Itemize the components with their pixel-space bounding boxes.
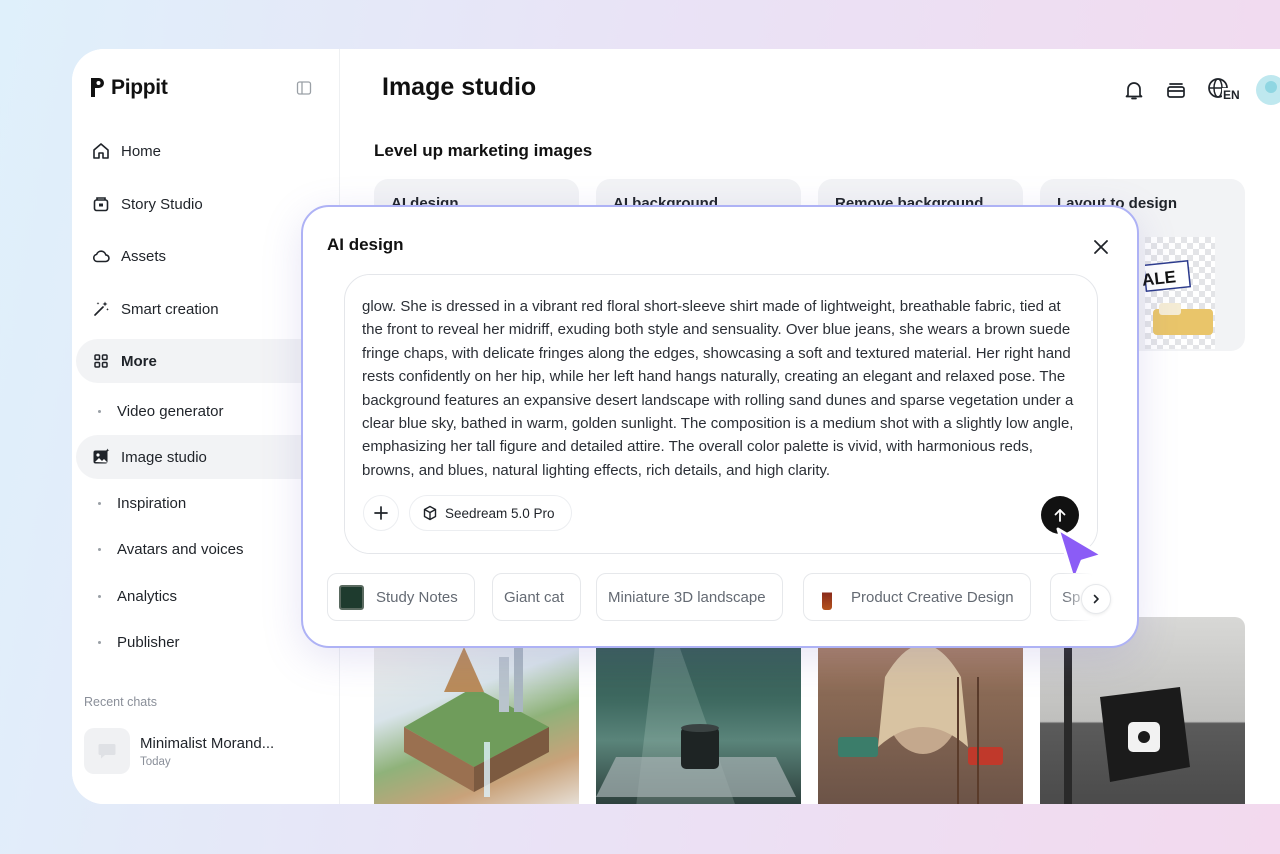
chip-product-creative-design[interactable]: Product Creative Design — [803, 573, 1031, 621]
sidebar-item-smart-creation[interactable]: Smart creation — [76, 287, 332, 331]
story-icon — [93, 197, 109, 212]
sidebar-collapse-icon[interactable] — [296, 80, 312, 96]
language-selector[interactable]: EN — [1206, 76, 1241, 104]
chip-label: Study Notes — [376, 588, 458, 606]
sidebar-item-label: Home — [121, 142, 162, 160]
brand-logo[interactable]: Pippit — [89, 76, 168, 100]
page-title: Image studio — [382, 73, 537, 101]
chevron-right-icon — [1093, 594, 1099, 604]
sidebar-item-assets[interactable]: Assets — [76, 234, 332, 278]
sidebar: Pippit Home Story Studio Assets Smart cr… — [72, 49, 340, 804]
chip-label: Product Creative Design — [851, 588, 1014, 606]
sidebar-subitem-image-studio[interactable]: Image studio — [76, 435, 332, 479]
sidebar-item-label: Publisher — [117, 633, 180, 651]
model-selector[interactable]: Seedream 5.0 Pro — [409, 495, 572, 531]
recent-chat-item[interactable]: Minimalist Morand... Today — [84, 728, 274, 774]
sidebar-item-label: Video generator — [117, 402, 224, 420]
sidebar-item-home[interactable]: Home — [76, 129, 332, 173]
chip-thumbnail — [339, 584, 364, 610]
bell-icon[interactable] — [1122, 78, 1146, 102]
sidebar-subitem-video-generator[interactable]: Video generator — [76, 391, 332, 431]
modal-title: AI design — [327, 235, 404, 254]
chip-miniature-3d-landscape[interactable]: Miniature 3D landscape — [596, 573, 783, 621]
sale-badge-text: ALE — [1141, 267, 1177, 290]
close-icon[interactable] — [1092, 238, 1110, 256]
header-actions: EN — [1122, 75, 1280, 105]
sidebar-item-label: More — [121, 352, 157, 370]
chip-study-notes[interactable]: Study Notes — [327, 573, 475, 621]
plus-icon — [374, 506, 388, 520]
add-attachment-button[interactable] — [363, 495, 399, 531]
grid-icon — [94, 354, 108, 368]
brand-name: Pippit — [111, 76, 168, 99]
sidebar-item-label: Analytics — [117, 587, 178, 605]
chat-thumbnail — [84, 728, 130, 774]
chat-time: Today — [140, 755, 171, 768]
cloud-icon — [93, 250, 110, 263]
sidebar-item-label: Smart creation — [121, 300, 219, 318]
arrow-up-icon — [1054, 509, 1066, 522]
sale-preview-image — [1145, 237, 1215, 349]
chip-label: Giant cat — [504, 588, 565, 606]
image-studio-icon — [93, 448, 110, 464]
language-badge: EN — [1222, 88, 1241, 102]
sidebar-subitem-avatars-voices[interactable]: Avatars and voices — [76, 529, 332, 569]
ai-design-modal: AI design glow. She is dressed in a vibr… — [301, 205, 1139, 648]
chat-title: Minimalist Morand... — [140, 734, 275, 752]
chip-giant-cat[interactable]: Giant cat — [492, 573, 582, 621]
suggestion-chips: Study Notes Giant cat Miniature 3D lands… — [327, 573, 1113, 621]
sidebar-subitem-inspiration[interactable]: Inspiration — [76, 483, 332, 523]
sidebar-item-story-studio[interactable]: Story Studio — [76, 182, 332, 226]
sidebar-item-label: Avatars and voices — [117, 540, 244, 558]
sidebar-subitem-publisher[interactable]: Publisher — [76, 622, 332, 662]
prompt-input[interactable]: glow. She is dressed in a vibrant red fl… — [344, 274, 1098, 554]
prompt-fade — [345, 275, 1097, 289]
home-icon — [93, 143, 109, 159]
chat-bubble-icon — [98, 744, 116, 759]
sidebar-item-label: Image studio — [121, 448, 207, 466]
sidebar-item-label: Assets — [121, 247, 167, 265]
sidebar-item-label: Inspiration — [117, 494, 187, 512]
section-title: Level up marketing images — [374, 141, 593, 160]
layers-icon[interactable] — [1164, 78, 1188, 102]
prompt-text[interactable]: glow. She is dressed in a vibrant red fl… — [362, 295, 1082, 482]
chips-next-button[interactable] — [1081, 584, 1111, 614]
user-avatar[interactable] — [1256, 75, 1280, 105]
pippit-logo-icon — [91, 78, 104, 97]
chip-thumbnail — [822, 584, 832, 610]
recent-chats-title: Recent chats — [84, 695, 157, 709]
sidebar-item-label: Story Studio — [121, 195, 203, 213]
sidebar-item-more[interactable]: More — [76, 339, 332, 383]
cube-icon — [423, 505, 437, 521]
model-name: Seedream 5.0 Pro — [445, 505, 555, 521]
chip-label: Miniature 3D landscape — [608, 588, 766, 606]
magic-wand-icon — [94, 301, 109, 316]
sidebar-subitem-analytics[interactable]: Analytics — [76, 576, 332, 616]
